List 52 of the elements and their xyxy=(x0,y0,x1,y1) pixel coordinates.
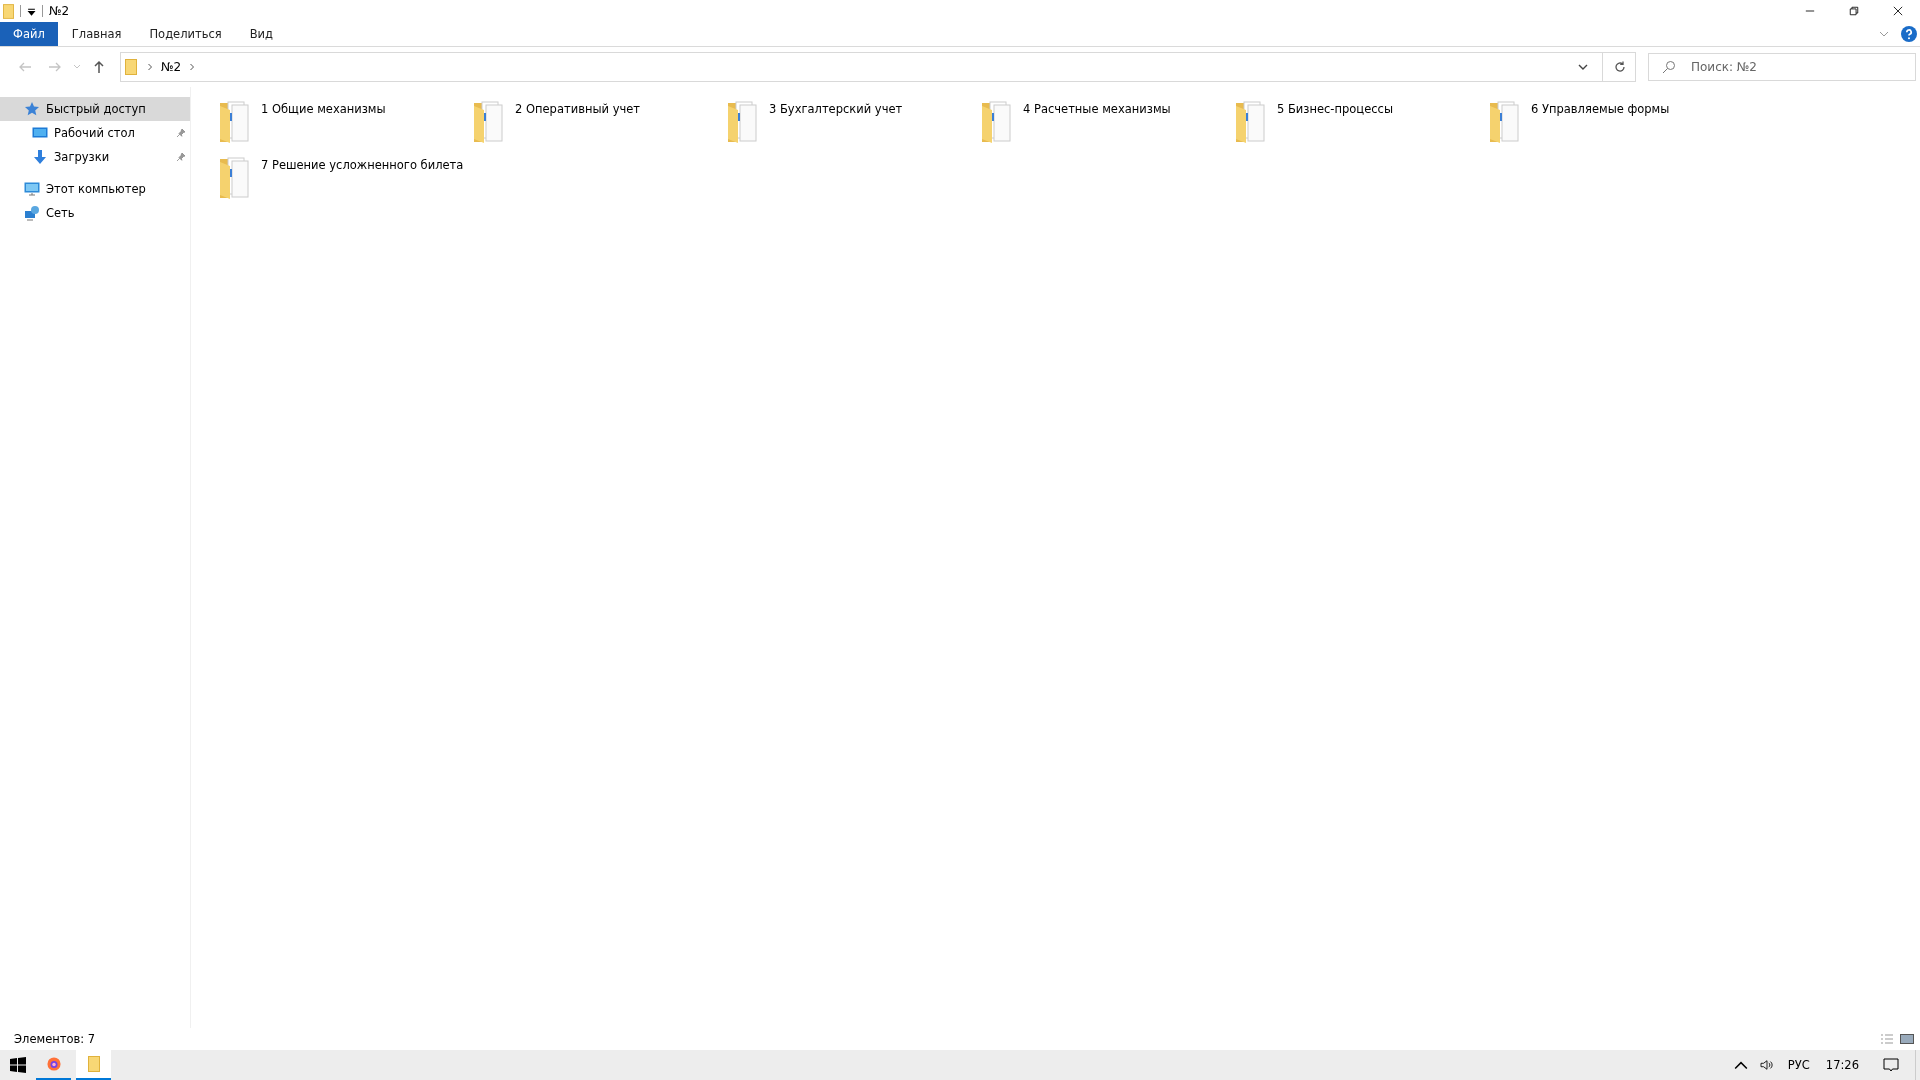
sidebar-item[interactable]: Быстрый доступ xyxy=(0,97,190,121)
sidebar-item[interactable]: Сеть xyxy=(0,201,190,225)
folder-icon[interactable] xyxy=(219,155,251,199)
folder-name[interactable]: 5 Бизнес-процессы xyxy=(1277,95,1393,116)
download-arrow-icon xyxy=(32,149,48,165)
browser-icon xyxy=(46,1056,61,1072)
expand-ribbon-icon[interactable] xyxy=(1879,31,1889,37)
folder-icon xyxy=(3,3,14,19)
folder-name[interactable]: 3 Бухгалтерский учет xyxy=(769,95,903,116)
folder-name[interactable]: 2 Оперативный учет xyxy=(515,95,641,116)
sidebar-item[interactable]: Этот компьютер xyxy=(0,177,190,201)
folder-icon[interactable] xyxy=(1235,99,1267,143)
search-icon xyxy=(1662,60,1676,74)
folder-icon[interactable] xyxy=(727,99,759,143)
folder-icon[interactable] xyxy=(219,99,251,143)
ribbon-tab[interactable]: Главная xyxy=(57,22,136,46)
item-count: Элементов: 7 xyxy=(14,1032,96,1046)
ribbon-tab[interactable]: Вид xyxy=(235,22,288,46)
star-icon xyxy=(24,101,40,117)
taskbar-app[interactable] xyxy=(76,1050,111,1080)
folder-icon[interactable] xyxy=(981,99,1013,143)
network-icon xyxy=(24,205,40,221)
dropdown-icon[interactable] xyxy=(27,6,36,16)
window-title: №2 xyxy=(49,4,70,18)
folder-icon xyxy=(125,59,137,75)
folder-name[interactable]: 4 Расчетные механизмы xyxy=(1023,95,1171,116)
clock[interactable]: 17:26 xyxy=(1817,1058,1867,1072)
sidebar-item[interactable]: Загрузки xyxy=(0,145,190,169)
folder-name[interactable]: 6 Управляемые формы xyxy=(1531,95,1670,116)
folder-name[interactable]: 1 Общие механизмы xyxy=(261,95,386,116)
folder-icon xyxy=(86,1056,101,1072)
address-bar[interactable]: №2 xyxy=(120,52,1636,82)
dropdown-icon[interactable] xyxy=(1578,64,1588,70)
folder-icon[interactable] xyxy=(1489,99,1521,143)
help-icon[interactable] xyxy=(1901,26,1917,42)
computer-icon xyxy=(24,181,40,197)
language-indicator[interactable]: РУС xyxy=(1779,1058,1818,1072)
folder-icon[interactable] xyxy=(473,99,505,143)
large-icons-view-icon[interactable] xyxy=(1900,1033,1914,1045)
pin-icon[interactable] xyxy=(176,128,186,138)
search-field[interactable]: Поиск: №2 xyxy=(1648,53,1916,81)
sidebar-item[interactable]: Рабочий стол xyxy=(0,121,190,145)
pin-icon[interactable] xyxy=(176,152,186,162)
chevron-icon[interactable] xyxy=(147,63,153,71)
breadcrumb[interactable]: №2 xyxy=(161,60,182,74)
refresh-icon[interactable] xyxy=(1613,60,1627,74)
ribbon-tab[interactable]: Файл xyxy=(0,22,58,46)
chevron-icon[interactable] xyxy=(189,63,196,71)
details-view-icon[interactable] xyxy=(1880,1033,1894,1045)
monitor-icon xyxy=(32,125,48,141)
folder-name[interactable]: 7 Решение усложненного билета xyxy=(261,151,464,172)
ribbon-tab[interactable]: Поделиться xyxy=(135,22,236,46)
